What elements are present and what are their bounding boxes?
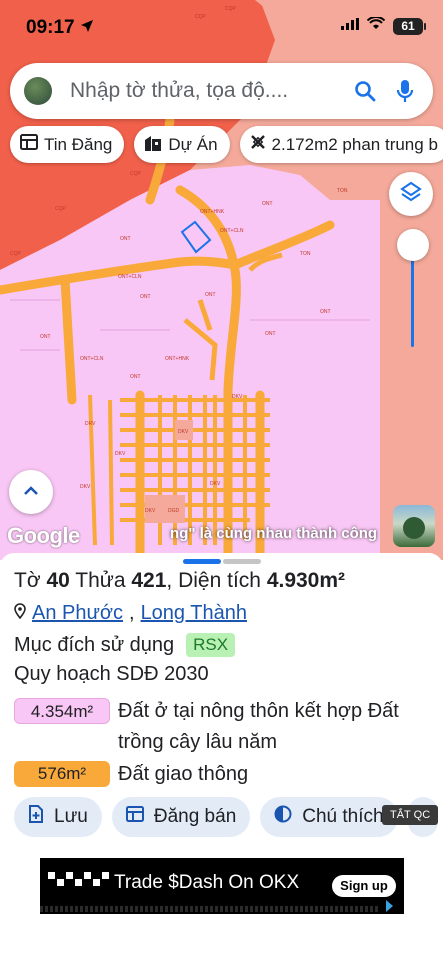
svg-text:DKV: DKV xyxy=(178,429,189,435)
ad-text: Trade $Dash On OKX xyxy=(114,872,300,893)
ad-banner[interactable]: Trade $Dash On OKX Sign up xyxy=(40,858,404,914)
land-use-purpose: Mục đích sử dụng RSX xyxy=(14,633,236,657)
measure-icon xyxy=(250,134,266,155)
svg-text:DKV: DKV xyxy=(145,508,156,514)
chevron-up-icon xyxy=(23,483,39,501)
svg-text:CQP: CQP xyxy=(10,251,22,257)
svg-text:DKV: DKV xyxy=(80,484,91,490)
svg-text:DKV: DKV xyxy=(115,451,126,457)
legend-icon xyxy=(274,805,292,829)
chip-du-an[interactable]: Dự Án xyxy=(134,126,230,163)
legend-button[interactable]: Chú thích xyxy=(260,797,398,837)
svg-text:TON: TON xyxy=(300,251,311,257)
location-arrow-icon xyxy=(80,19,94,38)
location-pin-icon xyxy=(14,602,26,625)
svg-text:CQP: CQP xyxy=(55,206,67,212)
zone-row: 4.354m² Đất ở tại nông thôn kết hợp Đất … xyxy=(14,698,438,758)
svg-text:ONT: ONT xyxy=(265,331,276,337)
adchoices-icon[interactable] xyxy=(386,900,400,912)
svg-text:DGD: DGD xyxy=(168,508,180,514)
chip-label: 2.172m2 phan trung b xyxy=(271,134,438,154)
zone-description: Đất ở tại nông thôn kết hợp Đất trồng câ… xyxy=(118,700,399,753)
parcel-location: An Phước, Long Thành xyxy=(14,602,247,625)
ad-fine-print xyxy=(40,906,380,912)
marquee-text: ng" là cùng nhau thành công xyxy=(170,525,378,542)
svg-text:ONT: ONT xyxy=(205,292,216,298)
plan-heading: Quy hoạch SDĐ 2030 xyxy=(14,663,209,685)
svg-text:ONT+HNK: ONT+HNK xyxy=(165,356,190,362)
sheet-handle[interactable] xyxy=(183,559,261,564)
zone-description: Đất giao thông xyxy=(118,763,249,785)
purpose-badge: RSX xyxy=(186,633,236,657)
svg-text:ONT: ONT xyxy=(262,201,273,207)
clock: 09:17 xyxy=(26,17,75,38)
svg-text:DKV: DKV xyxy=(232,394,243,400)
zone-row: 576m² Đất giao thông xyxy=(14,761,438,790)
chip-measure[interactable]: 2.172m2 phan trung b xyxy=(239,126,443,163)
filter-chips: Tin Đăng Dự Án 2.172m2 phan trung b xyxy=(10,126,443,164)
svg-text:DKV: DKV xyxy=(210,481,221,487)
action-buttons: Lưu Đăng bán Chú thích xyxy=(14,797,438,837)
building-icon xyxy=(144,134,162,156)
ward-link[interactable]: An Phước xyxy=(32,602,123,625)
svg-text:ONT: ONT xyxy=(130,374,141,380)
svg-text:ONT+HNK: ONT+HNK xyxy=(200,209,225,215)
svg-text:ONT: ONT xyxy=(120,236,131,242)
chip-label: Tin Đăng xyxy=(44,134,113,154)
chip-tin-dang[interactable]: Tin Đăng xyxy=(10,126,125,163)
newspaper-icon xyxy=(20,134,38,155)
street-view-thumbnail[interactable] xyxy=(393,505,435,547)
zone-area-badge: 4.354m² xyxy=(14,698,110,724)
layers-button[interactable] xyxy=(389,172,433,216)
signal-icon xyxy=(341,17,359,35)
chip-label: Dự Án xyxy=(168,134,218,154)
okx-logo xyxy=(48,872,109,886)
google-logo: Google xyxy=(7,523,80,548)
wifi-icon xyxy=(366,16,386,35)
opacity-slider-thumb[interactable] xyxy=(397,229,429,261)
svg-text:DRV: DRV xyxy=(85,421,96,427)
ad-signup-button[interactable]: Sign up xyxy=(332,875,396,897)
svg-text:ONT: ONT xyxy=(140,294,151,300)
svg-text:ONT+CLN: ONT+CLN xyxy=(220,228,244,234)
save-button[interactable]: Lưu xyxy=(14,797,102,837)
layers-icon xyxy=(400,181,422,208)
svg-text:TON: TON xyxy=(337,188,348,194)
svg-text:ONT: ONT xyxy=(320,309,331,315)
listing-icon xyxy=(125,806,144,828)
search-icon[interactable] xyxy=(345,80,385,102)
search-input[interactable]: Nhập tờ thửa, tọa độ.... xyxy=(70,79,345,103)
zone-area-badge: 576m² xyxy=(14,761,110,787)
svg-text:ONT: ONT xyxy=(40,334,51,340)
expand-button[interactable] xyxy=(9,470,53,514)
avatar[interactable] xyxy=(24,77,52,105)
post-listing-button[interactable]: Đăng bán xyxy=(111,797,251,837)
district-link[interactable]: Long Thành xyxy=(141,602,247,625)
battery-icon: 61 xyxy=(393,17,426,35)
save-icon xyxy=(28,805,44,829)
microphone-icon[interactable] xyxy=(385,79,425,103)
svg-text:CQP: CQP xyxy=(130,171,142,177)
svg-text:ONT+CLN: ONT+CLN xyxy=(80,356,104,362)
close-ad-button[interactable]: TẮT QC xyxy=(382,805,439,825)
parcel-title: Tờ 40 Thửa 421, Diện tích 4.930m² xyxy=(14,569,346,592)
search-bar[interactable]: Nhập tờ thửa, tọa độ.... xyxy=(10,63,433,119)
svg-text:ONT+CLN: ONT+CLN xyxy=(118,274,142,280)
status-bar: 09:17 61 xyxy=(0,0,443,56)
